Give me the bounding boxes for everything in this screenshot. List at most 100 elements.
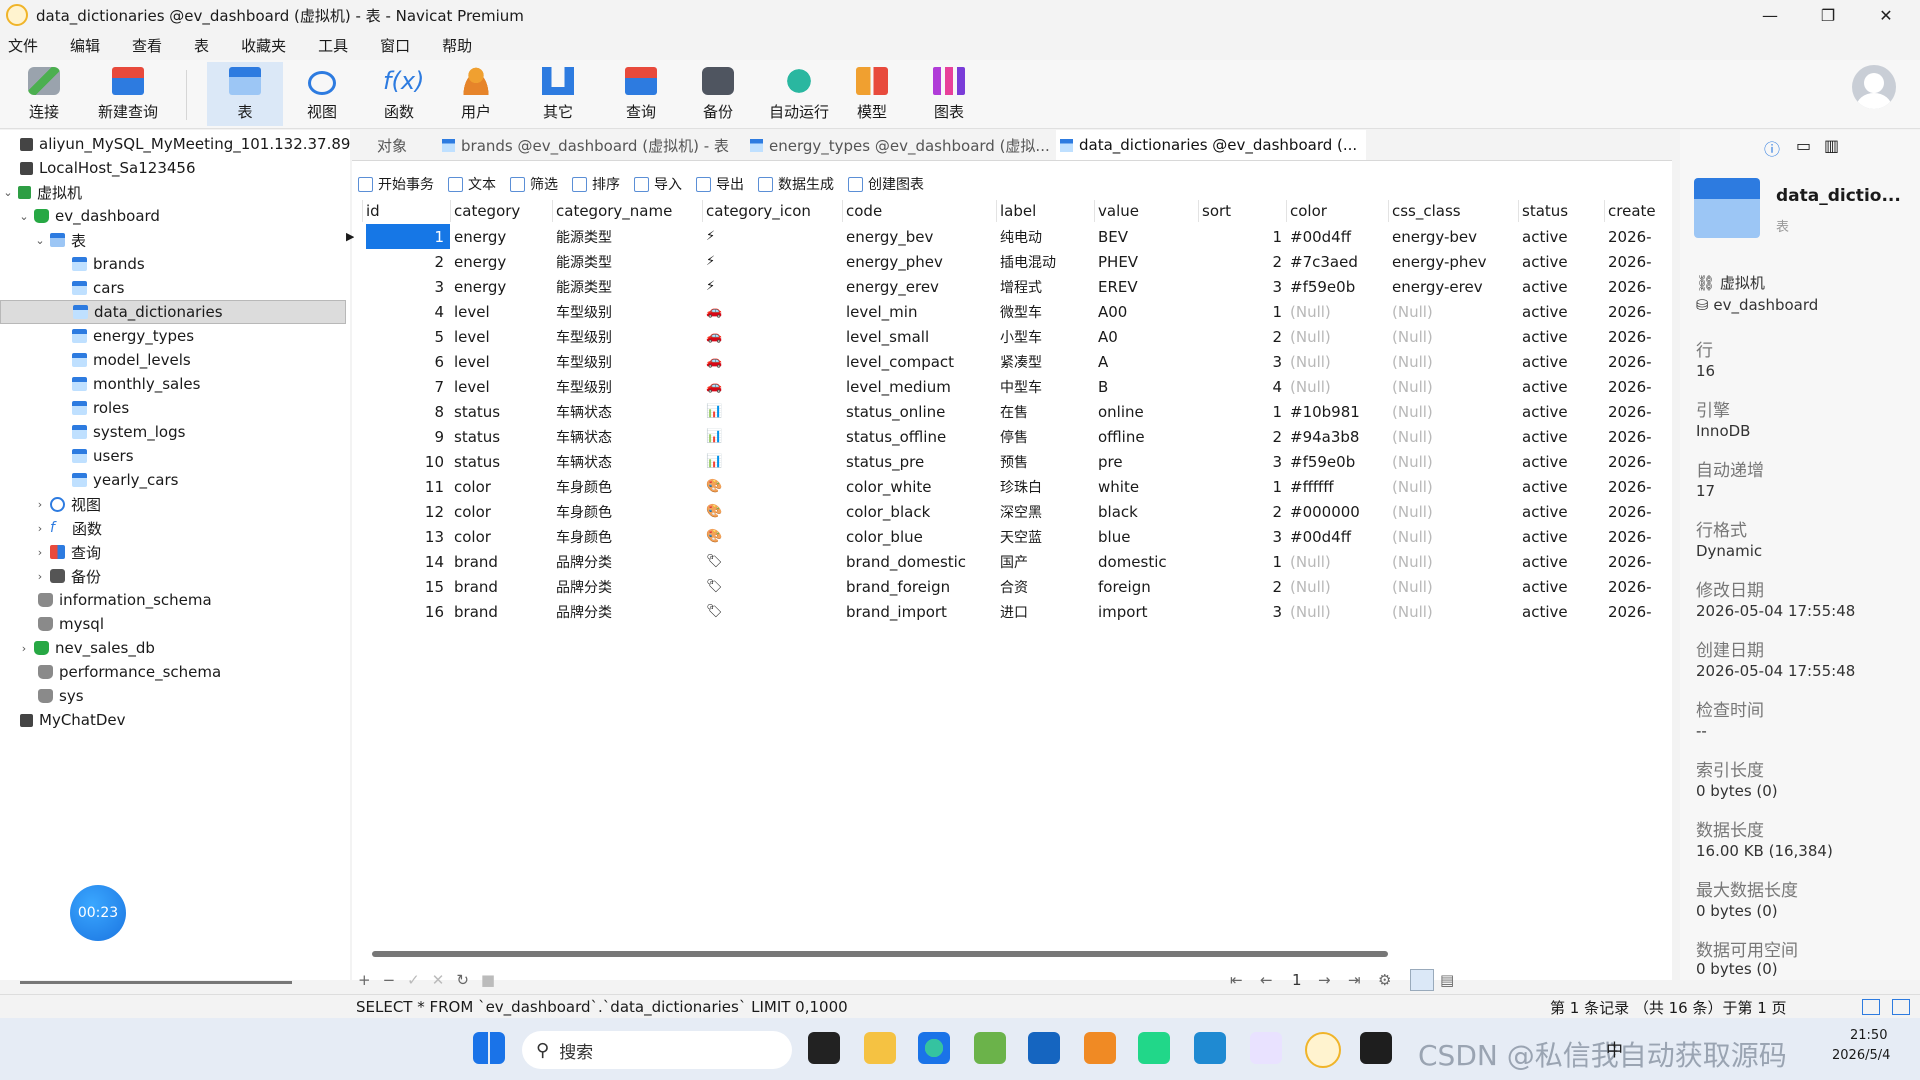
cell-css[interactable]: (Null) (1392, 499, 1512, 524)
connect-button[interactable]: 连接 (6, 62, 82, 126)
cell-status[interactable]: active (1522, 349, 1596, 374)
cell-sort[interactable]: 2 (1202, 424, 1282, 449)
menu-tools[interactable]: 工具 (310, 35, 362, 56)
cell-value[interactable]: white (1098, 474, 1202, 499)
cell-id[interactable]: 7 (366, 374, 444, 399)
form-view-icon[interactable]: ▤ (1440, 971, 1454, 989)
view-button[interactable]: 视图 (284, 62, 360, 126)
cell-code[interactable]: color_blue (846, 524, 990, 549)
cell-css[interactable]: energy-phev (1392, 249, 1512, 274)
column-divider[interactable] (552, 200, 553, 222)
cell-code[interactable]: brand_domestic (846, 549, 990, 574)
query-button[interactable]: 查询 (603, 62, 679, 126)
cell-sort[interactable]: 2 (1202, 249, 1282, 274)
cell-color[interactable]: (Null) (1290, 599, 1382, 624)
close-button[interactable]: ✕ (1858, 0, 1914, 30)
first-page-button[interactable]: ⇤ (1230, 971, 1243, 989)
column-header-id[interactable]: id (366, 200, 456, 222)
cell-category-name[interactable]: 车型级别 (556, 299, 690, 324)
cell-category[interactable]: level (454, 299, 548, 324)
edge-browser-icon[interactable] (918, 1032, 950, 1064)
tree-group-tables[interactable]: ⌄ 表 (34, 228, 86, 252)
cell-css[interactable]: (Null) (1392, 349, 1512, 374)
cell-label[interactable]: 纯电动 (1000, 224, 1090, 249)
column-divider[interactable] (362, 200, 363, 222)
tab-energy-types[interactable]: energy_types @ev_dashboard (虚拟... (750, 130, 1052, 160)
column-divider[interactable] (702, 200, 703, 222)
cell-id[interactable]: 4 (366, 299, 444, 324)
column-divider[interactable] (1286, 200, 1287, 222)
cell-id[interactable]: 1 (366, 224, 444, 249)
cell-code[interactable]: level_compact (846, 349, 990, 374)
cell-code[interactable]: color_black (846, 499, 990, 524)
tree-group-views[interactable]: › 视图 (34, 492, 101, 516)
cell-create[interactable]: 2026-0 (1608, 399, 1652, 424)
menu-view[interactable]: 查看 (124, 35, 176, 56)
cell-icon[interactable]: 🏷 (706, 599, 830, 624)
cell-sort[interactable]: 2 (1202, 499, 1282, 524)
cell-status[interactable]: active (1522, 324, 1596, 349)
stop-icon[interactable]: ■ (481, 971, 495, 989)
user-avatar[interactable] (1852, 65, 1896, 109)
cell-color[interactable]: #f59e0b (1290, 449, 1382, 474)
cell-color[interactable]: (Null) (1290, 299, 1382, 324)
tree-db-sys[interactable]: sys (38, 684, 84, 708)
column-header-category[interactable]: category (454, 200, 554, 222)
cell-icon[interactable]: 🚗 (706, 299, 830, 324)
cell-sort[interactable]: 4 (1202, 374, 1282, 399)
column-header-label[interactable]: label (1000, 200, 1096, 222)
cell-value[interactable]: A (1098, 349, 1202, 374)
cell-css[interactable]: (Null) (1392, 299, 1512, 324)
cell-value[interactable]: BEV (1098, 224, 1202, 249)
cell-category[interactable]: energy (454, 249, 548, 274)
cell-color[interactable]: #f59e0b (1290, 274, 1382, 299)
tree-table-users[interactable]: users (72, 444, 134, 468)
cell-value[interactable]: offline (1098, 424, 1202, 449)
cell-icon[interactable]: ⚡ (706, 274, 830, 299)
info-icon[interactable]: ⓘ (1764, 136, 1780, 160)
cell-value[interactable]: EREV (1098, 274, 1202, 299)
cell-category[interactable]: brand (454, 549, 548, 574)
cell-label[interactable]: 中型车 (1000, 374, 1090, 399)
refresh-icon[interactable]: ↻ (456, 971, 469, 989)
model-button[interactable]: 模型 (834, 62, 910, 126)
recording-timer[interactable]: 00:23 (70, 885, 126, 941)
cell-icon[interactable]: ⚡ (706, 224, 830, 249)
cell-value[interactable]: blue (1098, 524, 1202, 549)
cell-color[interactable]: #00d4ff (1290, 524, 1382, 549)
navicat-taskbar-icon[interactable] (1305, 1032, 1341, 1068)
cell-status[interactable]: active (1522, 574, 1596, 599)
cell-create[interactable]: 2026-0 (1608, 499, 1652, 524)
cell-sort[interactable]: 2 (1202, 324, 1282, 349)
cell-create[interactable]: 2026-0 (1608, 599, 1652, 624)
cell-create[interactable]: 2026-0 (1608, 224, 1652, 249)
column-header-category-icon[interactable]: category_icon (706, 200, 836, 222)
maximize-button[interactable]: ❐ (1800, 0, 1856, 30)
cell-create[interactable]: 2026-0 (1608, 574, 1652, 599)
tree-group-functions[interactable]: › f 函数 (34, 516, 102, 540)
column-divider[interactable] (842, 200, 843, 222)
cell-category-name[interactable]: 车身颜色 (556, 524, 690, 549)
column-divider[interactable] (1094, 200, 1095, 222)
cell-status[interactable]: active (1522, 374, 1596, 399)
cell-color[interactable]: (Null) (1290, 324, 1382, 349)
cell-sort[interactable]: 3 (1202, 274, 1282, 299)
menu-window[interactable]: 窗口 (372, 35, 424, 56)
tree-connection-localhost[interactable]: LocalHost_Sa123456 (20, 156, 196, 180)
cell-sort[interactable]: 3 (1202, 449, 1282, 474)
cell-code[interactable]: energy_erev (846, 274, 990, 299)
cell-id[interactable]: 9 (366, 424, 444, 449)
tab-data-dictionaries[interactable]: data_dictionaries @ev_dashboard (... (1056, 130, 1366, 160)
cell-sort[interactable]: 2 (1202, 574, 1282, 599)
cell-id[interactable]: 15 (366, 574, 444, 599)
cell-label[interactable]: 珍珠白 (1000, 474, 1090, 499)
cell-sort[interactable]: 1 (1202, 299, 1282, 324)
cell-category[interactable]: energy (454, 224, 548, 249)
cell-css[interactable]: (Null) (1392, 324, 1512, 349)
chevron-down-icon[interactable]: ⌄ (34, 234, 46, 247)
cell-status[interactable]: active (1522, 224, 1596, 249)
cell-sort[interactable]: 3 (1202, 349, 1282, 374)
cell-code[interactable]: status_online (846, 399, 990, 424)
cell-value[interactable]: domestic (1098, 549, 1202, 574)
prev-page-button[interactable]: ← (1260, 971, 1273, 989)
